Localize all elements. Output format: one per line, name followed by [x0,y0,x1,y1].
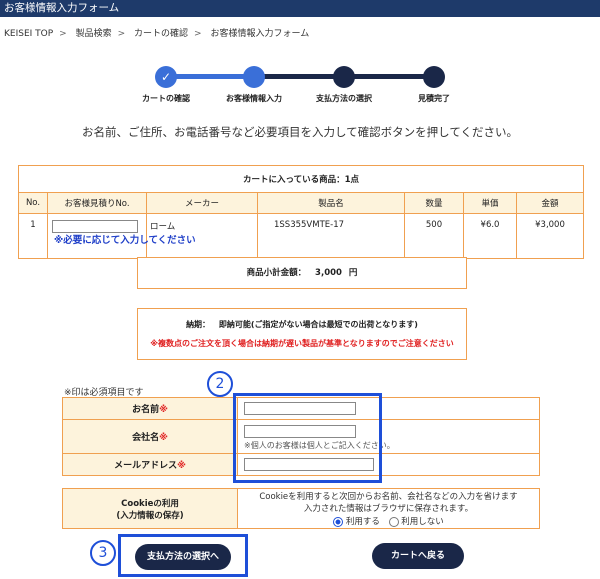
step-line-todo [254,74,344,79]
cookie-text: Cookieを利用すると次回からお名前、会社名などの入力を省けます [259,492,518,502]
subtotal-label: 商品小計金額： [246,268,307,278]
col-qty: 数量 [404,192,464,214]
step-line-todo [344,74,434,79]
marker-three: 3 [90,540,116,566]
name-label: お名前 [132,405,160,415]
cell-amount: ¥3,000 [516,213,584,259]
intro-text: お名前、ご住所、お電話番号など必要項目を入力して確認ボタンを押してください。 [82,125,518,139]
cookie-label: Cookieの利用 [121,498,179,509]
subtotal-box: 商品小計金額： 3,000 円 [137,257,467,289]
breadcrumb-cart[interactable]: カートの確認 [134,29,188,39]
step-label-payment: 支払方法の選択 [316,94,372,103]
col-no: No. [18,192,48,214]
required-mark: ※ [177,461,186,471]
highlight-box-fields [233,393,382,483]
cell-product: 1SS355VMTE-17 [257,213,405,259]
cart-caption: カートに入っている商品：1点 [18,165,584,193]
col-quote-no: お客様見積りNo. [47,192,147,214]
email-label: メールアドレス [114,461,178,471]
step-checked-icon: ✓ [155,66,177,88]
step-label-info: お客様情報入力 [226,94,282,103]
required-mark: ※ [159,405,168,415]
marker-two: 2 [207,371,233,397]
cell-no: 1 [18,213,48,259]
step-line-done [166,74,254,79]
col-product: 製品名 [257,192,405,214]
delivery-text: 即納可能(ご指定がない場合は最短での出荷となります) [218,320,418,329]
cell-qty: 500 [404,213,464,259]
col-amount: 金額 [516,192,584,214]
delivery-warning: ※複数点のご注文を頂く場合は納期が遅い製品が基準となりますのでご注意ください [150,339,454,348]
page-header: お客様情報入力フォーム [0,0,600,17]
payment-button[interactable]: 支払方法の選択へ [135,544,231,570]
cookie-radio-no[interactable] [388,516,399,527]
cookie-sublabel: (入力情報の保存) [116,510,184,521]
subtotal-unit: 円 [348,268,358,278]
breadcrumb-current: お客様情報入力フォーム [210,29,310,39]
delivery-box: 納期： 即納可能(ご指定がない場合は最短での出荷となります) ※複数点のご注文を… [137,308,467,360]
cookie-table: Cookieの利用 (入力情報の保存) Cookieを利用すると次回からお名前、… [62,488,540,529]
company-label-cell: 会社名※ [62,419,238,454]
breadcrumb-search[interactable]: 製品検索 [76,29,112,39]
cookie-radio-yes[interactable] [333,516,344,527]
cell-unit: ¥6.0 [463,213,517,259]
step-current-dot [243,66,265,88]
cookie-text-2: 入力された情報はブラウザに保存されます。 [303,504,474,514]
step-todo-dot [333,66,355,88]
company-label: 会社名 [132,433,160,443]
cookie-options-cell: Cookieを利用すると次回からお名前、会社名などの入力を省けます 入力された情… [237,488,540,529]
col-maker: メーカー [146,192,258,214]
cookie-label-cell: Cookieの利用 (入力情報の保存) [62,488,238,529]
delivery-label: 納期： [186,320,211,329]
required-mark: ※ [159,433,168,443]
step-label-cart: カートの確認 [142,94,190,103]
step-todo-dot [423,66,445,88]
breadcrumb-top[interactable]: KEISEI TOP [4,29,53,39]
subtotal-value: 3,000 [315,268,342,278]
cookie-yes-label[interactable]: 利用する [346,517,380,527]
breadcrumb: KEISEI TOP > 製品検索 > カートの確認 > お客様情報入力フォーム [4,29,310,39]
name-label-cell: お名前※ [62,397,238,420]
step-label-done: 見積完了 [418,94,450,103]
col-unit: 単価 [463,192,517,214]
back-to-cart-button[interactable]: カートへ戻る [372,543,464,569]
email-label-cell: メールアドレス※ [62,453,238,476]
quote-note: ※必要に応じて入力してください [54,235,196,246]
cookie-no-label[interactable]: 利用しない [401,517,444,527]
